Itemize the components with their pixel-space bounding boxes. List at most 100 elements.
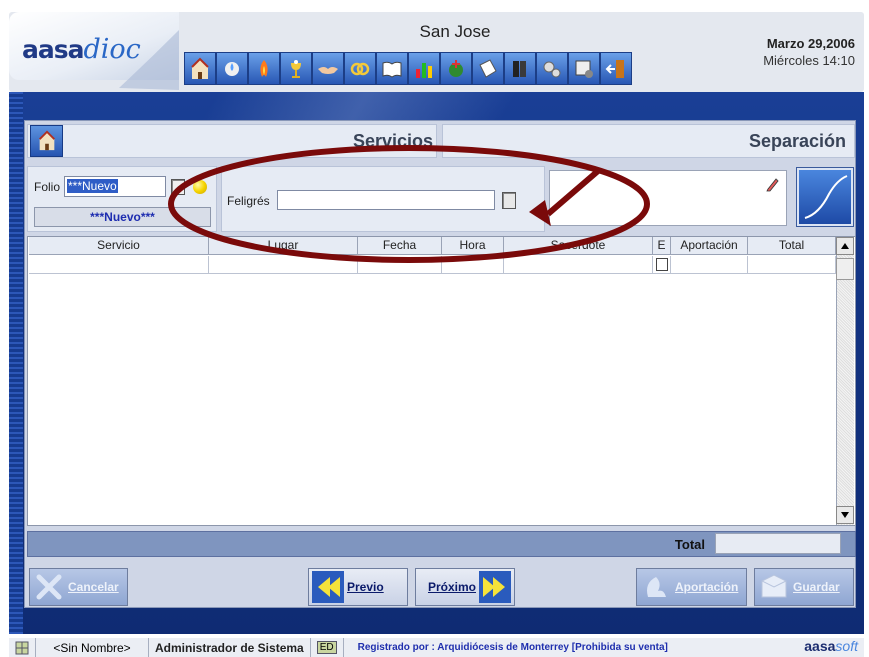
signature-button[interactable] (796, 167, 854, 227)
contribution-button-label: Aportación (675, 580, 739, 594)
chart-icon (416, 62, 432, 78)
folio-label: Folio (34, 180, 61, 194)
toolbar-settings-button[interactable] (568, 52, 600, 85)
cell-fecha[interactable] (358, 256, 442, 274)
cell-aportacion[interactable] (671, 256, 748, 274)
folio-input[interactable]: ***Nuevo (64, 176, 166, 197)
current-date: Marzo 29,2006 (766, 36, 855, 51)
gears-icon (543, 61, 561, 77)
column-header-hora[interactable]: Hora (442, 237, 504, 255)
table-header: Servicio Lugar Fecha Hora Sacerdote E Ap… (29, 237, 836, 255)
contribution-button[interactable]: Aportación (636, 568, 747, 606)
next-button[interactable]: Próximo (415, 568, 515, 606)
contribution-icon (647, 577, 666, 597)
settings-icon (575, 60, 593, 78)
baptism-icon (225, 61, 239, 76)
church-icon (191, 57, 209, 79)
total-label: Total (674, 537, 705, 552)
toolbar-chart-button[interactable] (408, 52, 440, 85)
column-header-aportacion[interactable]: Aportación (671, 237, 748, 255)
scroll-thumb[interactable] (836, 258, 854, 280)
app-window: aasadioc San Jose Marzo 29,2006 Miércole… (0, 0, 869, 657)
scroll-up-button[interactable] (836, 237, 854, 255)
cancel-button-label: Cancelar (68, 580, 119, 594)
main-toolbar (184, 52, 632, 86)
certificate-icon (479, 58, 497, 78)
status-registration: Registrado por : Arquidiócesis de Monter… (357, 642, 668, 653)
toolbar-rings-button[interactable] (344, 52, 376, 85)
toolbar-church-button[interactable] (184, 52, 216, 85)
parish-name: San Jose (419, 22, 491, 41)
toolbar-certificate-button[interactable] (472, 52, 504, 85)
column-header-servicio[interactable]: Servicio (29, 237, 209, 255)
toolbar-books-button[interactable] (504, 52, 536, 85)
column-header-e[interactable]: E (653, 237, 671, 255)
toolbar-baptism-button[interactable] (216, 52, 248, 85)
cancel-button[interactable]: Cancelar (29, 568, 128, 606)
column-header-total[interactable]: Total (748, 237, 836, 255)
cell-total[interactable] (748, 256, 836, 274)
save-button-label: Guardar (793, 580, 840, 594)
folio-checkbox[interactable] (171, 179, 185, 195)
book-icon (382, 61, 402, 78)
communion-icon (291, 59, 301, 78)
grid-icon (15, 641, 29, 654)
cell-sacerdote[interactable] (504, 256, 653, 274)
column-header-sacerdote[interactable]: Sacerdote (504, 237, 653, 255)
toolbar-gears-button[interactable] (536, 52, 568, 85)
feligres-checkbox[interactable] (502, 192, 516, 209)
status-grid-segment (9, 638, 36, 657)
signature-icon (804, 175, 848, 219)
cell-servicio[interactable] (29, 256, 209, 274)
confirmation-icon (260, 59, 268, 77)
double-right-arrow-icon (479, 571, 511, 603)
cell-lugar[interactable] (209, 256, 358, 274)
brand-logo: aasasoft (804, 638, 858, 654)
status-user: Administrador de Sistema (149, 638, 311, 657)
total-field (715, 533, 841, 554)
status-mode-segment: ED (311, 638, 344, 657)
row-e-checkbox[interactable] (656, 258, 668, 271)
status-mode: ED (316, 641, 337, 654)
section-title: Separación (748, 131, 846, 151)
app-logo: aasadioc (22, 34, 141, 65)
exit-icon (605, 59, 624, 78)
folio-status: ***Nuevo*** (34, 207, 211, 227)
home-button[interactable] (30, 125, 63, 157)
services-table (27, 236, 856, 526)
save-icon (761, 574, 787, 598)
arrow-up-icon (841, 243, 849, 249)
handshake-icon (318, 66, 338, 74)
table-scrollbar[interactable] (836, 237, 854, 525)
status-indicator-icon (193, 180, 207, 194)
toolbar-wreath-button[interactable] (440, 52, 472, 85)
previous-button[interactable]: Previo (308, 568, 408, 606)
toolbar-exit-button[interactable] (600, 52, 632, 85)
notes-field[interactable] (549, 170, 787, 226)
cancel-icon (36, 574, 62, 600)
pencil-icon[interactable] (765, 176, 781, 192)
feligres-input[interactable] (277, 190, 495, 210)
current-day-time: Miércoles 14:10 (763, 53, 855, 68)
save-button[interactable]: Guardar (754, 568, 854, 606)
books-icon (513, 60, 526, 77)
toolbar-communion-button[interactable] (280, 52, 312, 85)
wreath-icon (449, 59, 463, 77)
scroll-down-button[interactable] (836, 506, 854, 524)
next-button-label: Próximo (427, 580, 476, 594)
church-icon (38, 130, 55, 151)
rings-icon (350, 62, 370, 75)
column-header-lugar[interactable]: Lugar (209, 237, 358, 255)
toolbar-confirmation-button[interactable] (248, 52, 280, 85)
column-header-fecha[interactable]: Fecha (358, 237, 442, 255)
folio-value: ***Nuevo (67, 179, 118, 193)
cell-hora[interactable] (442, 256, 504, 274)
module-title: Servicios (352, 131, 433, 151)
status-bar: <Sin Nombre> Administrador de Sistema ED… (9, 638, 864, 657)
table-row[interactable] (29, 256, 836, 274)
toolbar-handshake-button[interactable] (312, 52, 344, 85)
toolbar-book-button[interactable] (376, 52, 408, 85)
arrow-down-icon (841, 512, 849, 518)
feligres-label: Feligrés (227, 194, 270, 208)
previous-button-label: Previo (347, 580, 384, 594)
